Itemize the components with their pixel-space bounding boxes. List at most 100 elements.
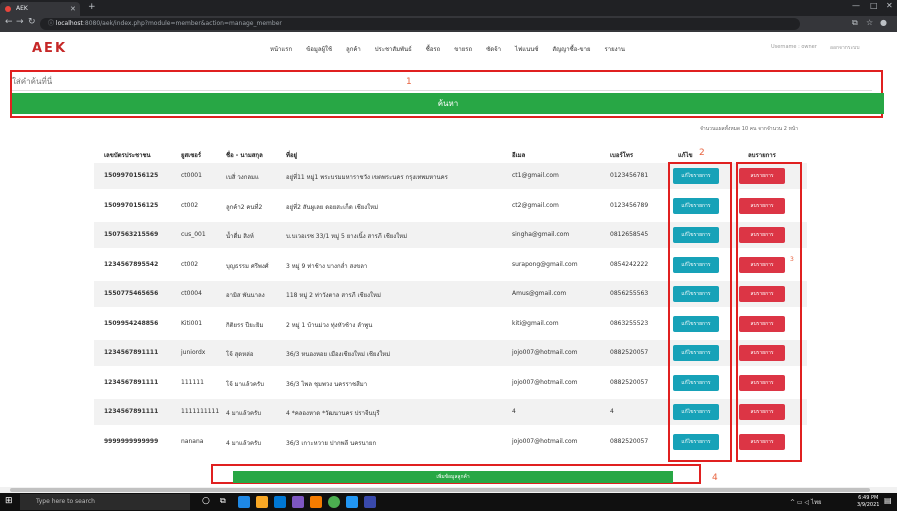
cell-username: ct002 [181,201,199,209]
scrollbar-thumb[interactable] [10,488,870,492]
cell-email: 4 [512,408,516,415]
taskbar-search[interactable]: Type here to search [20,494,190,510]
cell-address: 36/3 ไพล ชุมพวง นครราชสีมา [286,380,368,388]
cell-phone: 0123456781 [610,172,649,179]
nav-item-customers[interactable]: ลูกค้า [346,44,361,54]
search-button[interactable]: ค้นหา [12,93,884,114]
app3-icon[interactable] [364,496,376,508]
cell-id-card: 9999999999999 [104,437,159,445]
close-window-icon[interactable]: ✕ [886,1,893,10]
tab-title: AEK [16,5,28,12]
nav-item-buy[interactable]: ซื้อรถ [426,44,441,54]
cell-id-card: 1234567891111 [104,349,159,356]
cell-address: 36/3 หนองหอย เมืองเชียงใหม่ เชียงใหม่ [286,351,391,358]
result-summary: จำนวนแผลทั้งหมด 10 คน จากจำนวน 2 หน้า [700,126,799,132]
notification-icon[interactable]: ▤ [884,496,892,505]
annotation-4: 4 [712,473,718,483]
close-tab-icon[interactable]: ✕ [70,2,76,16]
minimize-icon[interactable]: — [852,1,860,10]
logout-link[interactable]: ออกจากระบบ [830,44,860,52]
annotation-1: 1 [406,77,412,87]
nav-item-contract[interactable]: สัญญาซื้อ-ขาย [552,44,590,54]
annotation-2: 2 [699,148,705,158]
cell-fullname: 4 มาแล้วครับ [226,410,262,417]
cell-email: ct1@gmail.com [512,172,559,179]
cell-address: 2 หมู่ 1 บ้านม่วง ทุ่งหัวช้าง ลำพูน [286,321,373,329]
edit-column-frame [668,162,732,462]
reload-icon[interactable]: ↻ [28,17,36,27]
cell-address: บ.บเวอเรซ 33/1 หมู่ 5 ยางเนิ้ง สารภี เชี… [286,233,408,240]
windows-start-icon[interactable]: ⊞ [5,496,13,506]
nav-item-pr[interactable]: ประชาสัมพันธ์ [375,44,412,54]
back-icon[interactable]: ← [5,17,13,27]
cell-username: juniordx [181,349,206,356]
url-host: localhost [55,20,83,27]
cell-fullname: บุญธรรม ศรีพงศ์ [226,262,269,270]
cell-username: ct0001 [181,172,202,179]
cell-email: singha@gmail.com [512,231,570,238]
edge-icon[interactable] [238,496,250,508]
cell-username: 1111111111 [181,408,220,415]
url-input[interactable]: ⓘ localhost:8080/aek/index.php?module=me… [40,18,800,30]
app-logo[interactable]: AEK [32,41,67,56]
chrome-icon[interactable] [328,496,340,508]
cell-address: อยู่ที่2 สันผูเลย ดอยสะเก็ด เชียงใหม่ [286,203,379,211]
nav-item-finance[interactable]: ไฟแนนซ์ [515,44,538,54]
annotation-3: 3 [790,256,794,263]
vscode-icon[interactable] [346,496,358,508]
cell-email: surapong@gmail.com [512,260,578,268]
nav-item-repair[interactable]: ซัดจ้า [486,44,501,54]
cell-email: jojo007@hotmail.com [512,437,578,445]
add-customer-button[interactable]: เพิ่มข้อมูลลูกค้า [233,471,673,483]
cell-fullname: 4 มาแล้วครับ [226,439,262,447]
cell-address: 36/3 เกาะหวาย ปากพลี นครนายก [286,439,377,447]
translate-icon[interactable]: ⧉ [852,18,858,28]
cell-email: kiti@gmail.com [512,319,559,327]
delete-column-frame [736,162,802,462]
new-tab-icon[interactable]: + [88,2,96,12]
nav-item-home[interactable]: หน้าแรก [270,44,292,54]
maximize-icon[interactable]: □ [870,1,878,10]
cell-id-card: 1550775465656 [104,290,159,297]
clock-date: 3/9/2021 [857,502,880,508]
store-icon[interactable] [274,496,286,508]
windows-taskbar: ⊞ Type here to search ○ ⧉ ^ ▭ ◁ ไทย 6:49… [0,493,897,511]
nav-item-report[interactable]: รายงาน [605,44,626,54]
cell-address: 4 *คลองหาด *วัฒนานคร ปราจีนบุรี [286,410,380,417]
cell-address: 3 หมู่ 9 ท่าช้าง บางกล่ำ สงขลา [286,262,368,270]
input-language[interactable]: ไทย [811,499,822,506]
header-edit: แก้ไข [678,152,693,159]
cell-address: อยู่ที่11 หมู่1 พระบรมมหาราชวัง เขตพระนค… [286,174,448,181]
forward-icon[interactable]: → [16,17,24,27]
header-fullname: ชื่อ - นามสกุล [226,152,263,159]
app-icon[interactable] [292,496,304,508]
nav-item-users[interactable]: ข้อมูลผู้ใช้ [306,44,332,54]
browser-tab[interactable]: AEK ✕ [0,2,80,16]
cell-address: 118 หมู่ 2 ท่าวังตาล สารภี เชียงใหม่ [286,292,381,299]
cell-phone: 0882520057 [610,437,649,445]
app2-icon[interactable] [310,496,322,508]
cell-fullname: น้ำดื่ม สิงห์ [226,233,254,240]
file-explorer-icon[interactable] [256,496,268,508]
username-label: Username : owner [771,44,817,50]
bookmark-star-icon[interactable]: ☆ [866,18,873,27]
search-circle-icon[interactable]: ○ [202,496,214,508]
address-bar-row: ← → ↻ ⓘ localhost:8080/aek/index.php?mod… [0,16,897,32]
cell-id-card: 1509970156125 [104,172,159,179]
system-tray[interactable]: ^ ▭ ◁ ไทย [790,497,822,507]
task-view-icon[interactable]: ⧉ [220,496,232,508]
header-email: อีเมล [512,152,526,159]
profile-icon[interactable]: ● [880,18,887,27]
cell-username: ct0004 [181,290,202,297]
cell-fullname: โจ้ มาแล้วครับ [226,380,264,388]
nav-item-sell[interactable]: ขายรถ [454,44,472,54]
cell-id-card: 1509954248856 [104,319,159,327]
cell-id-card: 1234567891111 [104,408,159,415]
cell-id-card: 1507563215569 [104,231,159,238]
search-input[interactable] [12,73,872,91]
favicon-icon [5,6,11,12]
clock[interactable]: 6:49 PM 3/9/2021 [857,495,879,509]
cell-phone: 0123456789 [610,201,649,209]
cell-email: jojo007@hotmail.com [512,349,578,356]
cell-phone: 0882520057 [610,349,649,356]
